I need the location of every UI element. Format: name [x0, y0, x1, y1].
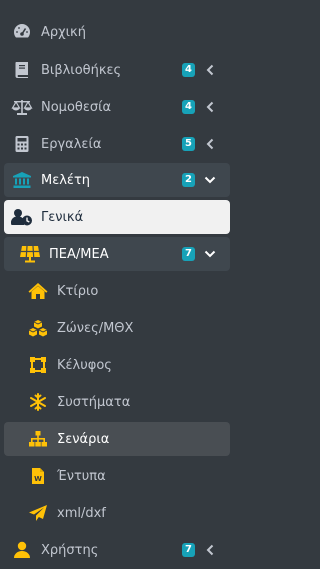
- nav-item-libraries[interactable]: Βιβλιοθήκες 4: [4, 53, 230, 87]
- chevron-left-icon: [204, 138, 216, 150]
- nav-item-study[interactable]: Μελέτη 2: [4, 163, 230, 197]
- nav-item-pea[interactable]: ΠΕΑ/ΜΕΑ 7: [4, 237, 230, 271]
- nav-subitem-scenarios[interactable]: Σενάρια: [4, 422, 230, 456]
- badge-libraries: 4: [182, 63, 195, 77]
- svg-text:W: W: [34, 475, 42, 483]
- vector-square-icon: [27, 354, 49, 376]
- home-icon: [27, 280, 49, 302]
- badge-study: 2: [182, 173, 195, 187]
- paper-plane-icon: [27, 502, 49, 524]
- nav-label-study: Μελέτη: [41, 172, 91, 188]
- badge-legislation: 4: [182, 100, 195, 114]
- nav-subitem-xml-dxf[interactable]: xml/dxf: [4, 496, 230, 530]
- chevron-left-icon: [204, 64, 216, 76]
- solar-panel-icon: [19, 243, 41, 265]
- nav-label-systems: Συστήματα: [57, 394, 131, 410]
- nav-subitem-forms[interactable]: W Έντυπα: [4, 459, 230, 493]
- badge-user: 7: [182, 543, 195, 557]
- chevron-left-icon: [204, 101, 216, 113]
- cubes-icon: [27, 317, 49, 339]
- nav-item-legislation[interactable]: Νομοθεσία 4: [4, 90, 230, 124]
- user-icon: [11, 539, 33, 561]
- tachometer-icon: [11, 21, 33, 43]
- nav-item-user[interactable]: Χρήστης 7: [4, 533, 230, 567]
- nav-label-building: Κτίριο: [57, 283, 99, 299]
- nav-label-scenarios: Σενάρια: [57, 431, 110, 447]
- balance-scale-icon: [11, 96, 33, 118]
- sidebar-nav: Αρχική Βιβλιοθήκες 4 Νομοθεσία 4 Εργαλεί…: [0, 0, 236, 569]
- calculator-icon: [11, 133, 33, 155]
- nav-label-pea: ΠΕΑ/ΜΕΑ: [49, 246, 109, 262]
- nav-label-envelope: Κέλυφος: [57, 357, 112, 373]
- nav-label-zones: Ζώνες/ΜΘΧ: [57, 320, 134, 336]
- university-icon: [11, 169, 33, 191]
- nav-item-general[interactable]: Γενικά: [4, 200, 230, 234]
- nav-label-general: Γενικά: [41, 209, 84, 225]
- nav-subitem-zones[interactable]: Ζώνες/ΜΘΧ: [4, 311, 230, 345]
- nav-subitem-envelope[interactable]: Κέλυφος: [4, 348, 230, 382]
- nav-label-libraries: Βιβλιοθήκες: [41, 62, 122, 78]
- nav-subitem-building[interactable]: Κτίριο: [4, 274, 230, 308]
- nav-label-tools: Εργαλεία: [41, 136, 102, 152]
- badge-tools: 5: [182, 137, 195, 151]
- nav-label-legislation: Νομοθεσία: [41, 99, 112, 115]
- nav-label-xml-dxf: xml/dxf: [57, 505, 106, 521]
- nav-label-user: Χρήστης: [41, 542, 99, 558]
- nav-label-home: Αρχική: [41, 24, 86, 40]
- chevron-left-icon: [204, 544, 216, 556]
- chevron-down-icon: [204, 248, 216, 260]
- sitemap-icon: [27, 428, 49, 450]
- snowflake-icon: [27, 391, 49, 413]
- word-file-icon: W: [27, 465, 49, 487]
- chevron-down-icon: [204, 174, 216, 186]
- nav-item-tools[interactable]: Εργαλεία 5: [4, 127, 230, 161]
- book-icon: [11, 59, 33, 81]
- nav-item-home[interactable]: Αρχική: [4, 15, 230, 49]
- badge-pea: 7: [182, 247, 195, 261]
- nav-subitem-systems[interactable]: Συστήματα: [4, 385, 230, 419]
- nav-label-forms: Έντυπα: [57, 468, 106, 484]
- user-clock-icon: [11, 206, 33, 228]
